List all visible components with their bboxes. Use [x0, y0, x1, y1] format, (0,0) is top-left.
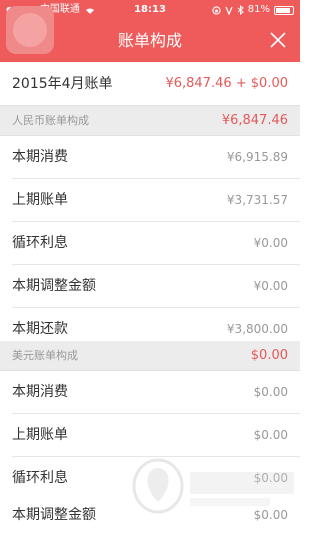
rmb-row-revolving-interest: 循环利息 ¥0.00 — [0, 222, 300, 265]
watermark-logo — [132, 458, 294, 514]
rmb-section-label: 人民币账单构成 — [12, 114, 89, 127]
row-label: 本期调整金额 — [12, 507, 96, 523]
row-value: ¥0.00 — [253, 279, 288, 293]
alarm-icon — [225, 6, 233, 15]
bluetooth-icon — [237, 5, 244, 15]
rmb-row-current-spending: 本期消费 ¥6,915.89 — [0, 136, 300, 179]
battery-percent: 81% — [247, 4, 270, 15]
row-label: 本期消费 — [12, 384, 68, 400]
row-label: 本期调整金额 — [12, 278, 96, 294]
usd-section-header: 美元账单构成 $0.00 — [0, 341, 300, 371]
usd-section-value: $0.00 — [250, 348, 288, 363]
row-value: ¥3,731.57 — [226, 193, 288, 207]
rmb-row-adjustment: 本期调整金额 ¥0.00 — [0, 265, 300, 308]
rmb-section-header: 人民币账单构成 ¥6,847.46 — [0, 106, 300, 136]
close-icon[interactable] — [268, 30, 288, 50]
row-label: 上期账单 — [12, 427, 68, 443]
bill-total-value: ¥6,847.46 + $0.00 — [165, 76, 288, 91]
row-value: $0.00 — [253, 385, 288, 399]
battery-icon — [274, 5, 294, 15]
row-label: 本期消费 — [12, 149, 68, 165]
bill-summary-row: 2015年4月账单 ¥6,847.46 + $0.00 — [0, 62, 300, 106]
row-value: ¥0.00 — [253, 236, 288, 250]
row-label: 上期账单 — [12, 192, 68, 208]
usd-section-label: 美元账单构成 — [12, 349, 78, 362]
row-value: ¥6,915.89 — [226, 150, 288, 164]
lock-rotation-icon — [212, 5, 221, 15]
usd-row-current-spending: 本期消费 $0.00 — [0, 371, 300, 414]
rmb-section-value: ¥6,847.46 — [221, 113, 288, 128]
bill-month-label: 2015年4月账单 — [12, 76, 113, 92]
page-title: 账单构成 — [117, 31, 182, 50]
row-label: 循环利息 — [12, 235, 68, 251]
rmb-row-previous-bill: 上期账单 ¥3,731.57 — [0, 179, 300, 222]
header-bar: ●●●●○ 中国联通 18:13 81% 账单构成 — [0, 0, 300, 62]
